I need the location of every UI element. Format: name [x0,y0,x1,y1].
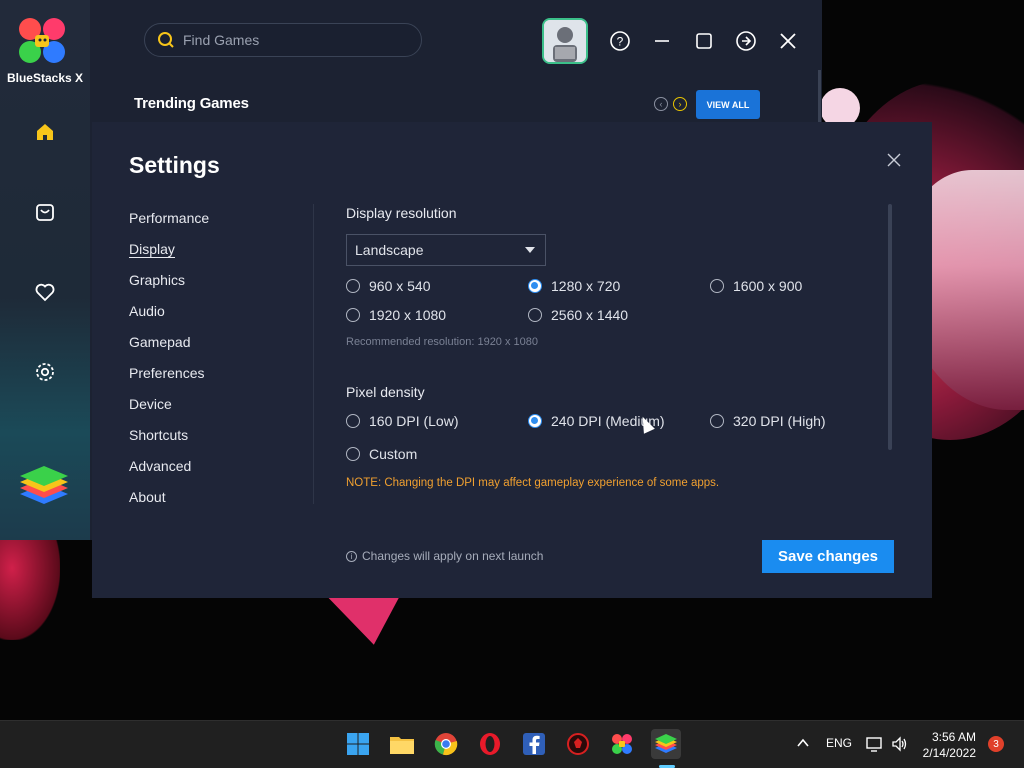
app-sidebar: BlueStacks X [0,0,90,540]
resolution-option-1600[interactable]: 1600 x 900 [710,278,802,294]
radio-button[interactable] [528,308,542,322]
radio-button[interactable] [346,308,360,322]
opera-icon[interactable] [475,729,505,759]
home-icon[interactable] [31,118,59,146]
app-scrollbar[interactable] [818,70,821,130]
radio-button[interactable] [346,414,360,428]
resolution-option-2560[interactable]: 2560 x 1440 [528,307,628,323]
display-resolution-label: Display resolution [346,205,457,221]
forward-arrow-icon[interactable] [734,29,758,53]
save-button[interactable]: Save changes [762,540,894,573]
bluestacks-stack-icon[interactable] [16,458,72,514]
nav-item-audio[interactable]: Audio [129,301,209,332]
close-icon[interactable] [886,152,902,168]
page-title: Settings [129,152,220,178]
gear-icon[interactable] [31,358,59,386]
chevron-down-icon [525,247,535,253]
file-explorer-icon[interactable] [387,729,417,759]
search-bar[interactable] [144,23,422,57]
bluestacks-logo-icon [16,16,68,66]
resolution-option-960[interactable]: 960 x 540 [346,278,431,294]
settings-dialog: Settings Performance Display Graphics Au… [92,122,932,598]
resolution-option-1280[interactable]: 1280 x 720 [528,278,620,294]
notification-badge[interactable]: 3 [988,736,1004,752]
option-label: Custom [369,446,418,462]
shop-bag-icon[interactable] [31,198,59,226]
bluestacks-x-icon[interactable] [607,729,637,759]
search-icon [158,32,174,48]
chevron-right-icon[interactable]: › [673,97,687,111]
nav-item-advanced[interactable]: Advanced [129,456,209,487]
radio-button[interactable] [528,279,542,293]
option-label: 960 x 540 [369,278,431,294]
language-indicator[interactable]: ENG [826,736,852,750]
heart-icon[interactable] [31,278,59,306]
option-label: 1600 x 900 [733,278,803,294]
facebook-icon[interactable] [519,729,549,759]
app-topbar: ? [90,0,822,80]
chevron-left-icon[interactable]: ‹ [654,97,668,111]
radio-button[interactable] [710,279,724,293]
option-label: 1280 x 720 [551,278,621,294]
orientation-value: Landscape [355,242,424,258]
chrome-icon[interactable] [431,729,461,759]
maximize-icon[interactable] [692,29,716,53]
footer-info-text: Changes will apply on next launch [362,549,544,563]
close-icon[interactable] [776,29,800,53]
chevron-up-icon[interactable] [796,736,810,753]
nav-item-device[interactable]: Device [129,394,209,425]
option-label: 2560 x 1440 [551,307,629,323]
option-label: 160 DPI (Low) [369,413,459,429]
radio-button[interactable] [710,414,724,428]
search-input[interactable] [183,32,403,48]
clock[interactable]: 3:56 AM 2/14/2022 [920,729,976,761]
divider [313,204,314,504]
option-label: 1920 x 1080 [369,307,447,323]
radio-button[interactable] [346,279,360,293]
dpi-option-custom[interactable]: Custom [346,446,417,462]
taskbar: ENG 3:56 AM 2/14/2022 [0,720,1024,768]
recommended-resolution: Recommended resolution: 1920 x 1080 [346,336,539,348]
minimize-icon[interactable] [650,29,674,53]
clock-date: 2/14/2022 [922,746,976,760]
nav-item-shortcuts[interactable]: Shortcuts [129,425,209,456]
bluestacks-icon[interactable] [651,729,681,759]
dpi-option-160[interactable]: 160 DPI (Low) [346,413,458,429]
help-icon[interactable]: ? [608,29,632,53]
resolution-option-1920[interactable]: 1920 x 1080 [346,307,446,323]
svg-text:?: ? [617,35,624,49]
nav-item-display[interactable]: Display [129,239,209,270]
dpi-note: NOTE: Changing the DPI may affect gamepl… [346,477,720,489]
radio-button[interactable] [528,414,542,428]
app-name: BlueStacks X [6,71,84,85]
footer-info: i Changes will apply on next launch [346,549,543,563]
nav-item-performance[interactable]: Performance [129,208,209,239]
volume-icon[interactable] [891,736,909,755]
display-icon[interactable] [866,736,884,755]
nav-item-gamepad[interactable]: Gamepad [129,332,209,363]
info-icon: i [346,550,357,562]
orientation-dropdown[interactable]: Landscape [346,234,546,266]
clock-time: 3:56 AM [931,730,976,744]
settings-nav: Performance Display Graphics Audio Gamep… [129,208,209,518]
settings-scrollbar[interactable] [888,204,892,450]
option-label: 320 DPI (High) [733,413,826,429]
nav-item-graphics[interactable]: Graphics [129,270,209,301]
game-app-icon[interactable] [563,729,593,759]
avatar[interactable] [542,18,588,64]
nav-item-preferences[interactable]: Preferences [129,363,209,394]
pixel-density-label: Pixel density [346,384,425,400]
dpi-option-320[interactable]: 320 DPI (High) [710,413,826,429]
radio-button[interactable] [346,447,360,461]
view-all-button[interactable]: VIEW ALL [696,90,760,119]
section-title: Trending Games [134,95,249,112]
nav-item-about[interactable]: About [129,487,209,518]
windows-start-icon[interactable] [343,729,373,759]
